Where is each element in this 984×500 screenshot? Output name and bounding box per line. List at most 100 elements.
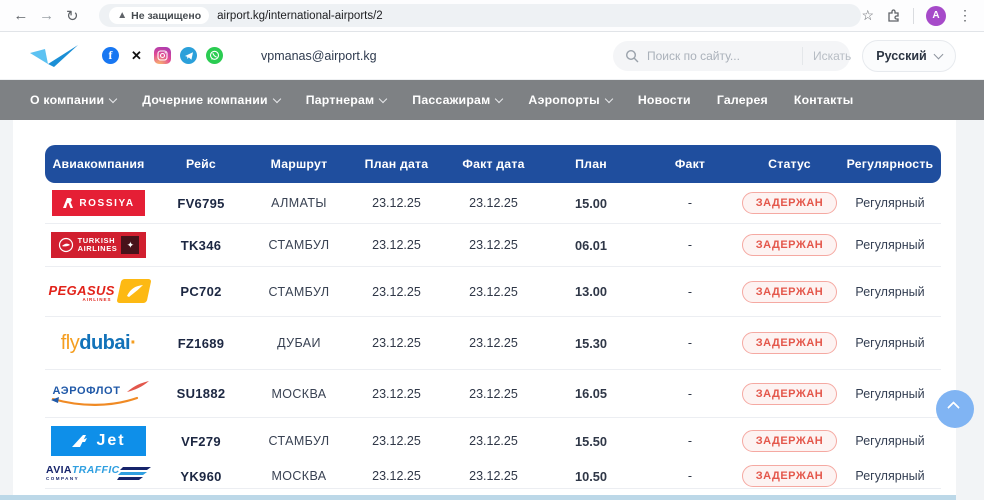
plan-date: 23.12.25 [348,238,445,252]
airline-logo-turkish: TURKISHAIRLINES ✦ [45,232,152,258]
status-badge: ЗАДЕРЖАН [742,332,837,354]
whatsapp-icon[interactable] [206,47,223,64]
address-bar[interactable]: ▲ Не защищено airport.kg/international-a… [99,4,861,27]
regularity: Регулярный [839,196,941,210]
viewport-bottom-strip [0,495,956,500]
browser-back-icon[interactable]: ← [8,7,34,24]
status-badge: ЗАДЕРЖАН [742,430,837,452]
col-header-fact-date: Факт дата [445,157,542,171]
nav-item-partneram[interactable]: Партнерам [306,93,387,107]
content-card: Авиакомпания Рейс Маршрут План дата Факт… [13,120,956,500]
profile-avatar[interactable]: A [926,6,946,26]
x-twitter-icon[interactable]: ✕ [128,47,145,64]
nav-item-passazhiram[interactable]: Пассажирам [412,93,502,107]
plan-time: 15.00 [542,196,640,211]
browser-forward-icon[interactable]: → [34,7,60,24]
site-search: Искать [613,41,850,71]
search-submit-button[interactable]: Искать [802,47,851,65]
chevron-down-icon [933,50,943,60]
alliance-star-icon: ✦ [121,236,139,254]
fact-time: - [640,387,740,401]
table-row: TURKISHAIRLINES ✦ TK346 СТАМБУЛ 23.12.25… [45,224,941,267]
fact-time: - [640,238,740,252]
fact-time: - [640,285,740,299]
site-logo-bird-icon[interactable] [28,43,80,69]
warning-icon: ▲ [117,10,127,21]
flight-number: FV6795 [152,196,250,211]
flight-number: TK346 [152,238,250,253]
language-selector[interactable]: Русский [862,40,956,72]
route: АЛМАТЫ [250,196,348,210]
fact-date: 23.12.25 [445,196,542,210]
browser-refresh-icon[interactable]: ↻ [59,7,85,25]
nav-item-galereya[interactable]: Галерея [717,93,768,107]
chevron-down-icon [109,94,117,102]
plan-date: 23.12.25 [348,434,445,448]
chevron-down-icon [495,94,503,102]
plan-time: 06.01 [542,238,640,253]
search-icon [625,49,639,63]
fact-date: 23.12.25 [445,238,542,252]
nav-item-novosti[interactable]: Новости [638,93,691,107]
nav-item-dochernie-kompanii[interactable]: Дочерние компании [142,93,280,107]
regularity: Регулярный [839,285,941,299]
aeroflot-wing-icon [127,381,149,393]
col-header-route: Маршрут [250,157,348,171]
aeroflot-swoosh-icon [51,395,139,407]
browser-menu-icon[interactable]: ⋮ [958,7,972,24]
aviatraffic-stripes-icon [117,467,151,481]
route: ДУБАИ [250,336,348,350]
plan-time: 13.00 [542,284,640,299]
social-links: f ✕ [102,47,223,64]
col-header-plan: План [542,157,640,171]
telegram-icon[interactable] [180,47,197,64]
table-row: Jet VF279 СТАМБУЛ 23.12.25 23.12.25 15.5… [45,418,941,464]
fact-time: - [640,336,740,350]
nav-item-o-kompanii[interactable]: О компании [30,93,116,107]
chevron-down-icon [379,94,387,102]
fact-date: 23.12.25 [445,285,542,299]
bookmark-star-icon[interactable]: ☆ [861,7,874,24]
nav-item-kontakty[interactable]: Контакты [794,93,854,107]
regularity: Регулярный [839,434,941,448]
regularity: Регулярный [839,387,941,401]
instagram-icon[interactable] [154,47,171,64]
contact-email-link[interactable]: vpmanas@airport.kg [261,49,377,63]
plan-date: 23.12.25 [348,336,445,350]
plan-time: 15.30 [542,336,640,351]
col-header-fact: Факт [640,157,740,171]
browser-toolbar: ← → ↻ ▲ Не защищено airport.kg/internati… [0,0,984,32]
regularity: Регулярный [839,469,941,483]
chevron-up-icon [947,401,960,414]
fact-date: 23.12.25 [445,434,542,448]
nav-item-aeroporty[interactable]: Аэропорты [528,93,611,107]
table-row: ROSSIYA FV6795 АЛМАТЫ 23.12.25 23.12.25 … [45,183,941,224]
table-row: AVIATRAFFIC COMPANY YK960 МОСКВА 23.12.2… [45,464,941,489]
extensions-icon[interactable] [886,8,901,23]
plan-date: 23.12.25 [348,196,445,210]
route: СТАМБУЛ [250,285,348,299]
table-row: PEGASUS AIRLINES PC702 СТАМБУЛ 23.12.25 … [45,267,941,317]
search-input[interactable] [647,49,802,63]
url-text: airport.kg/international-airports/2 [217,10,383,22]
col-header-plan-date: План дата [348,157,445,171]
status-badge: ЗАДЕРЖАН [742,234,837,256]
route: СТАМБУЛ [250,238,348,252]
security-chip[interactable]: ▲ Не защищено [109,7,209,24]
turkish-emblem-icon [58,237,74,253]
plan-time: 10.50 [542,469,640,484]
fact-date: 23.12.25 [445,387,542,401]
chevron-down-icon [605,94,613,102]
route: МОСКВА [250,469,348,483]
route: МОСКВА [250,387,348,401]
flight-number: SU1882 [152,386,250,401]
status-badge: ЗАДЕРЖАН [742,465,837,487]
flight-number: YK960 [152,469,250,484]
facebook-icon[interactable]: f [102,47,119,64]
scroll-to-top-button[interactable] [936,390,974,428]
col-header-flight: Рейс [152,157,250,171]
status-badge: ЗАДЕРЖАН [742,281,837,303]
plan-time: 15.50 [542,434,640,449]
toolbar-divider [913,8,914,24]
col-header-airline: Авиакомпания [45,157,152,171]
